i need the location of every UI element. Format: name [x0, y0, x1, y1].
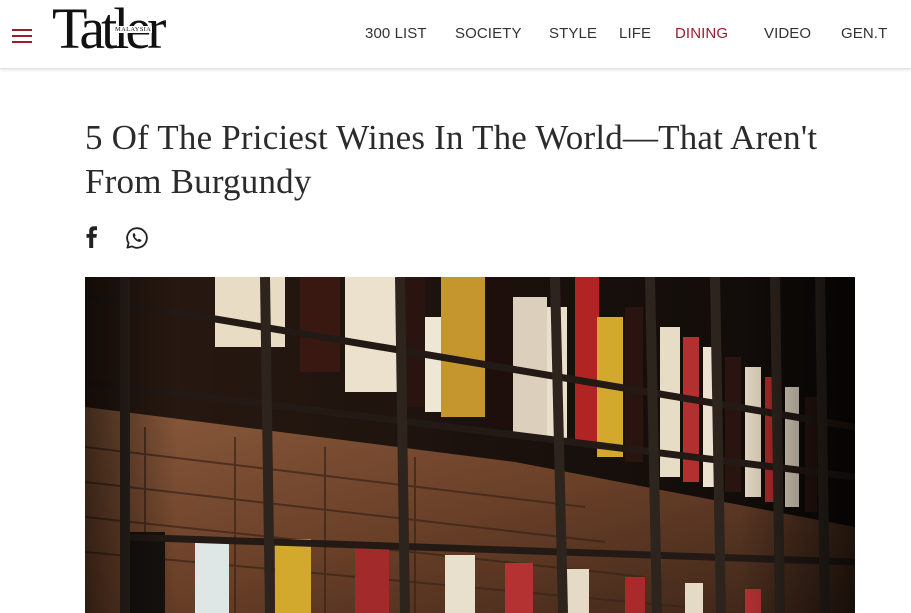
facebook-share-button[interactable]	[84, 226, 100, 253]
facebook-icon	[86, 226, 97, 248]
hero-image	[85, 277, 855, 613]
nav-item-society[interactable]: SOCIETY	[455, 25, 522, 42]
article-title: 5 Of The Priciest Wines In The World—Tha…	[85, 118, 818, 201]
nav-item-gen-t[interactable]: GEN.T	[841, 25, 887, 42]
site-header: Tatler MALAYSIA 300 LIST SOCIETY STYLE L…	[0, 0, 911, 69]
nav-item-300-list[interactable]: 300 LIST	[365, 25, 427, 42]
logo-edition: MALAYSIA	[114, 26, 153, 33]
whatsapp-icon	[126, 227, 148, 249]
nav-item-style[interactable]: STYLE	[549, 25, 597, 42]
nav-item-dining[interactable]: DINING	[675, 25, 728, 42]
nav-item-video[interactable]: VIDEO	[764, 25, 811, 42]
tatler-logo[interactable]: Tatler MALAYSIA	[52, 0, 166, 64]
nav-item-life[interactable]: LIFE	[619, 25, 651, 42]
wine-shelves-photo	[85, 277, 855, 613]
hamburger-menu-icon[interactable]	[12, 29, 32, 43]
whatsapp-share-button[interactable]	[125, 226, 149, 255]
